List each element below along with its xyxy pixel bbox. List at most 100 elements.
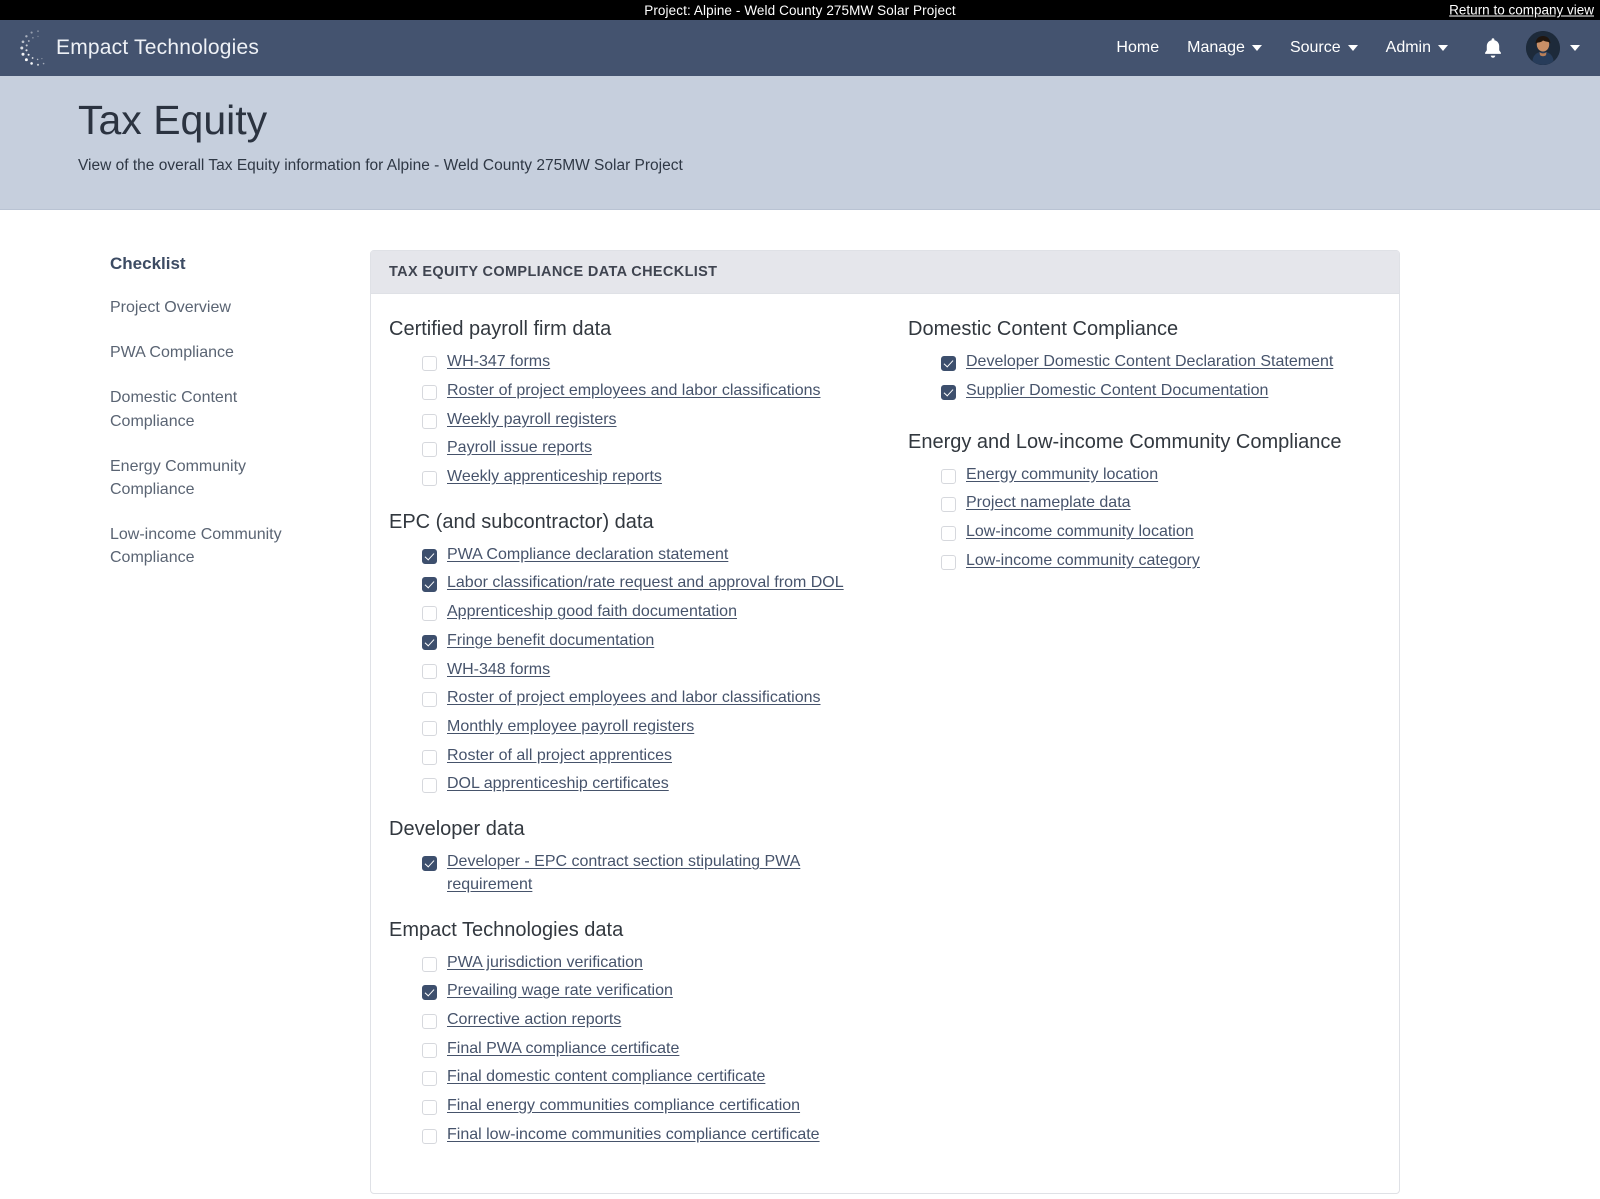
- checklist-item-link[interactable]: Project nameplate data: [966, 492, 1131, 515]
- sidebar-heading: Checklist: [110, 254, 186, 274]
- checklist-item-link[interactable]: Developer - EPC contract section stipula…: [447, 851, 864, 896]
- avatar: [1526, 31, 1560, 65]
- checkbox-unchecked-icon[interactable]: [422, 692, 437, 708]
- checkbox-unchecked-icon[interactable]: [422, 778, 437, 794]
- checklist-item[interactable]: Weekly apprenticeship reports: [422, 466, 864, 489]
- checklist-item-link[interactable]: PWA jurisdiction verification: [447, 952, 643, 975]
- checklist-item[interactable]: Prevailing wage rate verification: [422, 980, 864, 1003]
- checklist-item[interactable]: Corrective action reports: [422, 1009, 864, 1032]
- nav-item-admin[interactable]: Admin: [1372, 33, 1462, 63]
- checklist-item[interactable]: Final PWA compliance certificate: [422, 1038, 864, 1061]
- checklist-item-link[interactable]: Supplier Domestic Content Documentation: [966, 380, 1268, 403]
- checklist-item-link[interactable]: Apprenticeship good faith documentation: [447, 601, 737, 624]
- checklist-item[interactable]: Developer Domestic Content Declaration S…: [941, 351, 1383, 374]
- checklist-item-link[interactable]: DOL apprenticeship certificates: [447, 773, 669, 796]
- checkbox-unchecked-icon[interactable]: [422, 749, 437, 765]
- checklist-item-link[interactable]: Corrective action reports: [447, 1009, 621, 1032]
- checkbox-unchecked-icon[interactable]: [422, 1071, 437, 1087]
- sidebar-item-domestic-content-compliance[interactable]: Domestic Content Compliance: [110, 386, 320, 432]
- checkbox-unchecked-icon[interactable]: [422, 1042, 437, 1058]
- checklist-group-epc-and-subcontractor-data: EPC (and subcontractor) data PWA Complian…: [389, 511, 864, 796]
- checklist-item-link[interactable]: Weekly payroll registers: [447, 409, 617, 432]
- checklist-item[interactable]: Supplier Domestic Content Documentation: [941, 380, 1383, 403]
- checkbox-unchecked-icon[interactable]: [422, 1100, 437, 1116]
- checkbox-unchecked-icon[interactable]: [941, 554, 956, 570]
- checklist-item-link[interactable]: PWA Compliance declaration statement: [447, 544, 728, 567]
- checklist-item[interactable]: Roster of project employees and labor cl…: [422, 687, 864, 710]
- checklist-item-link[interactable]: Fringe benefit documentation: [447, 630, 654, 653]
- checklist-item-link[interactable]: Roster of project employees and labor cl…: [447, 380, 821, 403]
- checkbox-checked-icon[interactable]: [422, 548, 437, 564]
- checklist-item[interactable]: Final energy communities compliance cert…: [422, 1095, 864, 1118]
- nav-item-manage[interactable]: Manage: [1173, 33, 1276, 63]
- checkbox-unchecked-icon[interactable]: [941, 525, 956, 541]
- sidebar-item-project-overview[interactable]: Project Overview: [110, 296, 320, 319]
- checklist-item-link[interactable]: Roster of all project apprentices: [447, 745, 672, 768]
- nav-item-home[interactable]: Home: [1102, 33, 1173, 63]
- checklist-item-link[interactable]: WH-348 forms: [447, 659, 550, 682]
- checkbox-unchecked-icon[interactable]: [422, 721, 437, 736]
- checklist-item[interactable]: WH-348 forms: [422, 659, 864, 682]
- checklist-item[interactable]: Roster of all project apprentices: [422, 745, 864, 768]
- checkbox-unchecked-icon[interactable]: [422, 384, 437, 400]
- user-menu[interactable]: [1520, 31, 1586, 65]
- checkbox-unchecked-icon[interactable]: [422, 1014, 437, 1030]
- checkbox-checked-icon[interactable]: [422, 634, 437, 650]
- checkbox-unchecked-icon[interactable]: [422, 956, 437, 972]
- checklist-item-link[interactable]: Monthly employee payroll registers: [447, 716, 694, 739]
- checklist-item[interactable]: Labor classification/rate request and ap…: [422, 572, 864, 595]
- checklist-item-link[interactable]: Final energy communities compliance cert…: [447, 1095, 800, 1118]
- nav-item-source[interactable]: Source: [1276, 33, 1372, 63]
- checklist-item[interactable]: Final low-income communities compliance …: [422, 1124, 864, 1147]
- checkbox-checked-icon[interactable]: [422, 856, 437, 872]
- checklist-item-link[interactable]: Low-income community category: [966, 550, 1200, 573]
- checklist-item[interactable]: Apprenticeship good faith documentation: [422, 601, 864, 624]
- return-to-company-view-link[interactable]: Return to company view: [1449, 3, 1594, 18]
- checklist-item[interactable]: Low-income community location: [941, 521, 1383, 544]
- checkbox-unchecked-icon[interactable]: [422, 606, 437, 622]
- checklist-item[interactable]: Payroll issue reports: [422, 437, 864, 460]
- checklist-item[interactable]: Fringe benefit documentation: [422, 630, 864, 653]
- sidebar-item-pwa-compliance[interactable]: PWA Compliance: [110, 341, 320, 364]
- checklist-item-link[interactable]: Developer Domestic Content Declaration S…: [966, 351, 1333, 374]
- checkbox-checked-icon[interactable]: [422, 985, 437, 1001]
- checklist-item-link[interactable]: Weekly apprenticeship reports: [447, 466, 662, 489]
- checklist-item[interactable]: Low-income community category: [941, 550, 1383, 573]
- sidebar-item-low-income-community-compliance[interactable]: Low-income Community Compliance: [110, 523, 320, 569]
- checklist-item-link[interactable]: WH-347 forms: [447, 351, 550, 374]
- checkbox-unchecked-icon[interactable]: [422, 413, 437, 429]
- checklist-item[interactable]: Developer - EPC contract section stipula…: [422, 851, 864, 896]
- checklist-item[interactable]: Weekly payroll registers: [422, 409, 864, 432]
- checkbox-checked-icon[interactable]: [422, 577, 437, 593]
- checkbox-unchecked-icon[interactable]: [422, 470, 437, 486]
- checkbox-unchecked-icon[interactable]: [941, 468, 956, 484]
- checkbox-checked-icon[interactable]: [941, 356, 956, 372]
- checklist-item-link[interactable]: Final PWA compliance certificate: [447, 1038, 679, 1061]
- checkbox-unchecked-icon[interactable]: [422, 663, 437, 679]
- checklist-item[interactable]: Energy community location: [941, 464, 1383, 487]
- checklist-item[interactable]: WH-347 forms: [422, 351, 864, 374]
- checklist-item[interactable]: DOL apprenticeship certificates: [422, 773, 864, 796]
- checklist-item-link[interactable]: Final domestic content compliance certif…: [447, 1066, 765, 1089]
- checklist-item[interactable]: Monthly employee payroll registers: [422, 716, 864, 739]
- checklist-item[interactable]: PWA jurisdiction verification: [422, 952, 864, 975]
- checklist-item-link[interactable]: Energy community location: [966, 464, 1158, 487]
- checklist-item-link[interactable]: Prevailing wage rate verification: [447, 980, 673, 1003]
- notifications-button[interactable]: [1462, 30, 1520, 66]
- checklist-item-link[interactable]: Roster of project employees and labor cl…: [447, 687, 821, 710]
- checklist-item[interactable]: Project nameplate data: [941, 492, 1383, 515]
- checklist-item-link[interactable]: Payroll issue reports: [447, 437, 592, 460]
- checkbox-unchecked-icon[interactable]: [941, 497, 956, 513]
- checklist-item[interactable]: Final domestic content compliance certif…: [422, 1066, 864, 1089]
- checkbox-checked-icon[interactable]: [941, 384, 956, 400]
- checklist-item[interactable]: PWA Compliance declaration statement: [422, 544, 864, 567]
- checklist-item[interactable]: Roster of project employees and labor cl…: [422, 380, 864, 403]
- sidebar-item-energy-community-compliance[interactable]: Energy Community Compliance: [110, 455, 320, 501]
- checkbox-unchecked-icon[interactable]: [422, 1128, 437, 1144]
- checkbox-unchecked-icon[interactable]: [422, 356, 437, 372]
- checkbox-unchecked-icon[interactable]: [422, 442, 437, 458]
- checklist-item-link[interactable]: Labor classification/rate request and ap…: [447, 572, 844, 595]
- brand-logo[interactable]: Empact Technologies: [18, 28, 259, 68]
- checklist-item-link[interactable]: Low-income community location: [966, 521, 1194, 544]
- checklist-item-link[interactable]: Final low-income communities compliance …: [447, 1124, 820, 1147]
